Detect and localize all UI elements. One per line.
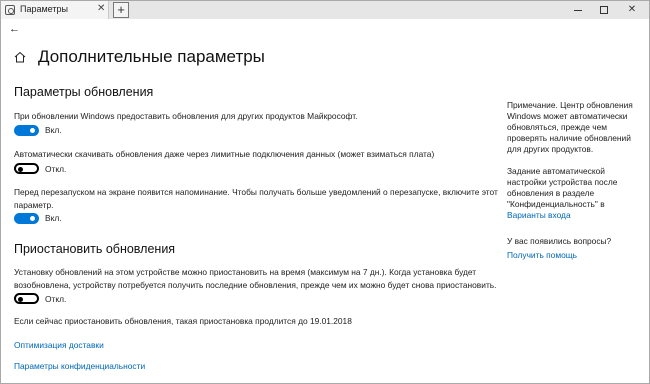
pause-updates-heading: Приостановить обновления [14, 242, 176, 256]
back-arrow-icon[interactable]: ← [9, 23, 20, 35]
toggle-pause-updates-state: Откл. [45, 294, 67, 304]
option-restart-reminder-label-line2: параметр. [14, 200, 54, 210]
toggle-other-products-state: Вкл. [45, 125, 62, 135]
tab-title: Параметры [20, 4, 68, 14]
toggle-knob [30, 128, 35, 133]
settings-app-icon [5, 5, 15, 15]
sidebar-note-line: обновляться, прежде чем [507, 122, 608, 132]
settings-window: Параметры ✕ + ✕ ← Дополнительные парамет… [0, 0, 650, 384]
sidebar-question: У вас появились вопросы? [507, 236, 612, 246]
minimize-icon [574, 10, 582, 11]
get-help-link[interactable]: Получить помощь [507, 250, 577, 260]
pause-description-line1: Установку обновлений на этом устройстве … [14, 267, 477, 277]
maximize-button[interactable] [591, 1, 617, 19]
settings-tab[interactable]: Параметры ✕ [1, 1, 109, 19]
option-restart-reminder-label-line1: Перед перезапуском на экране появится на… [14, 187, 498, 197]
new-tab-button[interactable]: + [113, 2, 129, 18]
sidebar-note-line: для других продуктов. [507, 144, 594, 154]
pause-description-line2: возобновлена, устройству потребуется пол… [14, 280, 497, 290]
privacy-settings-link[interactable]: Параметры конфиденциальности [14, 361, 145, 371]
toggle-other-products[interactable] [14, 125, 39, 136]
sidebar-note-line: Windows может автоматически [507, 111, 628, 121]
toggle-knob [18, 296, 23, 302]
sign-in-options-link[interactable]: Варианты входа [507, 210, 571, 220]
title-bar: Параметры ✕ + ✕ [1, 1, 649, 19]
close-icon: ✕ [627, 4, 637, 15]
sidebar-task-line: "Конфиденциальность" в [507, 199, 605, 209]
toggle-knob [18, 166, 23, 172]
option-metered-label: Автоматически скачивать обновления даже … [14, 149, 435, 159]
delivery-optimization-link[interactable]: Оптимизация доставки [14, 340, 104, 350]
sidebar-task-line: настройки устройства после [507, 177, 618, 187]
toggle-restart-reminder-state: Вкл. [45, 213, 62, 223]
toggle-pause-updates[interactable] [14, 293, 39, 304]
sidebar-note-line: Примечание. Центр обновления [507, 100, 633, 110]
toggle-restart-reminder[interactable] [14, 213, 39, 224]
minimize-button[interactable] [565, 1, 591, 19]
maximize-icon [600, 6, 608, 14]
sidebar-task-line: Задание автоматической [507, 166, 605, 176]
toggle-metered[interactable] [14, 163, 39, 174]
toggle-knob [30, 216, 35, 221]
tab-close-icon[interactable]: ✕ [97, 3, 105, 15]
close-button[interactable]: ✕ [619, 1, 645, 19]
sidebar-note: Примечание. Центр обновления Windows мож… [507, 100, 637, 155]
page-title: Дополнительные параметры [38, 47, 265, 66]
pause-until-note: Если сейчас приостановить обновления, та… [14, 316, 352, 326]
sidebar-note-line: проверять наличие обновлений [507, 133, 631, 143]
update-options-heading: Параметры обновления [14, 85, 154, 99]
sidebar-task-line: обновления в разделе [507, 188, 595, 198]
sidebar-task: Задание автоматической настройки устройс… [507, 166, 637, 210]
option-other-products-label: При обновлении Windows предоставить обно… [14, 111, 358, 121]
home-icon[interactable] [14, 51, 26, 63]
toggle-metered-state: Откл. [45, 164, 67, 174]
